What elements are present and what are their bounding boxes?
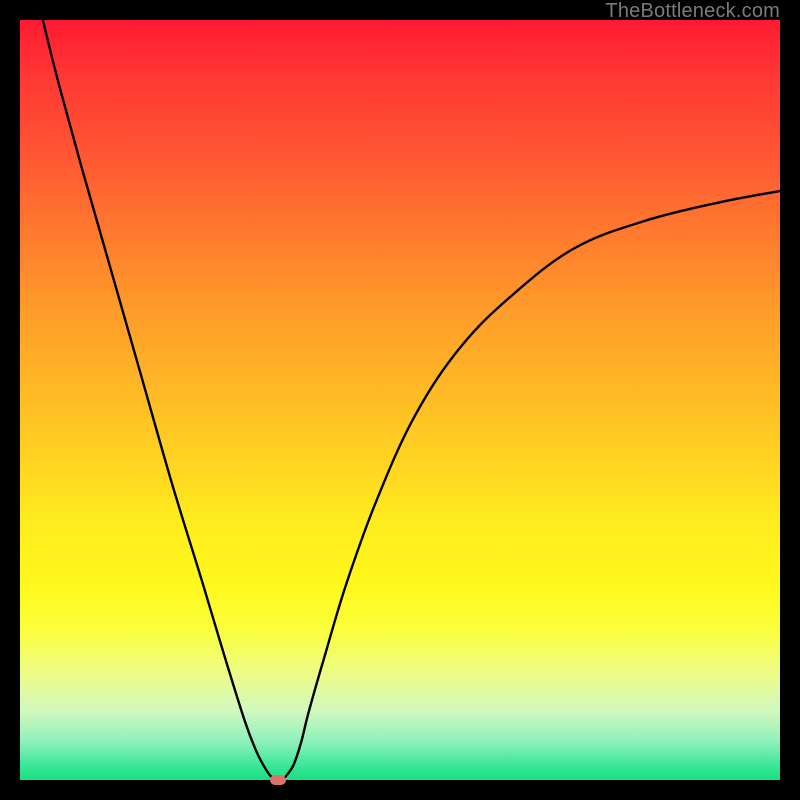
plot-area — [20, 20, 780, 780]
optimal-point-marker — [270, 775, 286, 785]
curve-svg — [20, 20, 780, 780]
bottleneck-curve-path — [43, 20, 780, 780]
watermark-text: TheBottleneck.com — [605, 0, 780, 23]
chart-frame: TheBottleneck.com — [0, 0, 800, 800]
